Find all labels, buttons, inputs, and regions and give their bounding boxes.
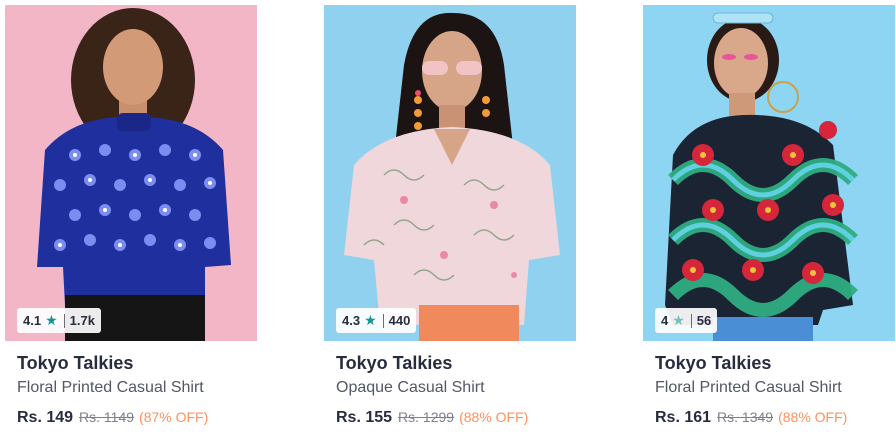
selling-price: Rs. 149 [17,409,74,426]
product-name[interactable]: Floral Printed Casual Shirt [655,379,842,397]
rating-count: 56 [696,313,712,328]
rating-divider [382,313,384,328]
rating-badge: 4.3 ★ 440 [336,308,417,333]
rating-divider [63,313,65,328]
product-image[interactable]: 4.3 ★ 440 [324,5,576,341]
product-grid: 4.1 ★ 1.7k Tokyo Talkies Floral Printed … [0,0,896,444]
brand-name[interactable]: Tokyo Talkies [655,353,771,374]
product-card[interactable]: 4.3 ★ 440 Tokyo Talkies Opaque Casual Sh… [324,0,576,444]
product-image[interactable]: 4.1 ★ 1.7k [5,5,257,341]
selling-price: Rs. 161 [655,409,712,426]
brand-name[interactable]: Tokyo Talkies [17,353,133,374]
price-row: Rs. 155 Rs. 1299 (88% OFF) [336,409,528,427]
product-name[interactable]: Floral Printed Casual Shirt [17,379,204,397]
product-name[interactable]: Opaque Casual Shirt [336,379,485,397]
rating-count: 1.7k [69,313,95,328]
rating-value: 4 [661,313,669,328]
rating-badge: 4.1 ★ 1.7k [17,308,101,333]
star-icon: ★ [672,312,685,328]
discount-label: (88% OFF) [459,409,529,425]
rating-value: 4.1 [23,313,42,328]
star-icon: ★ [45,312,58,328]
discount-label: (88% OFF) [778,409,848,425]
rating-count: 440 [388,313,411,328]
price-row: Rs. 149 Rs. 1149 (87% OFF) [17,409,208,427]
rating-badge: 4 ★ 56 [655,308,718,333]
original-price: Rs. 1299 [398,409,455,425]
product-card[interactable]: 4 ★ 56 Tokyo Talkies Floral Printed Casu… [643,0,895,444]
discount-label: (87% OFF) [139,409,209,425]
selling-price: Rs. 155 [336,409,393,426]
brand-name[interactable]: Tokyo Talkies [336,353,452,374]
original-price: Rs. 1349 [717,409,774,425]
star-icon: ★ [364,312,377,328]
product-card[interactable]: 4.1 ★ 1.7k Tokyo Talkies Floral Printed … [5,0,257,444]
rating-value: 4.3 [342,313,361,328]
price-row: Rs. 161 Rs. 1349 (88% OFF) [655,409,847,427]
original-price: Rs. 1149 [79,409,135,425]
product-image[interactable]: 4 ★ 56 [643,5,895,341]
rating-divider [690,313,692,328]
